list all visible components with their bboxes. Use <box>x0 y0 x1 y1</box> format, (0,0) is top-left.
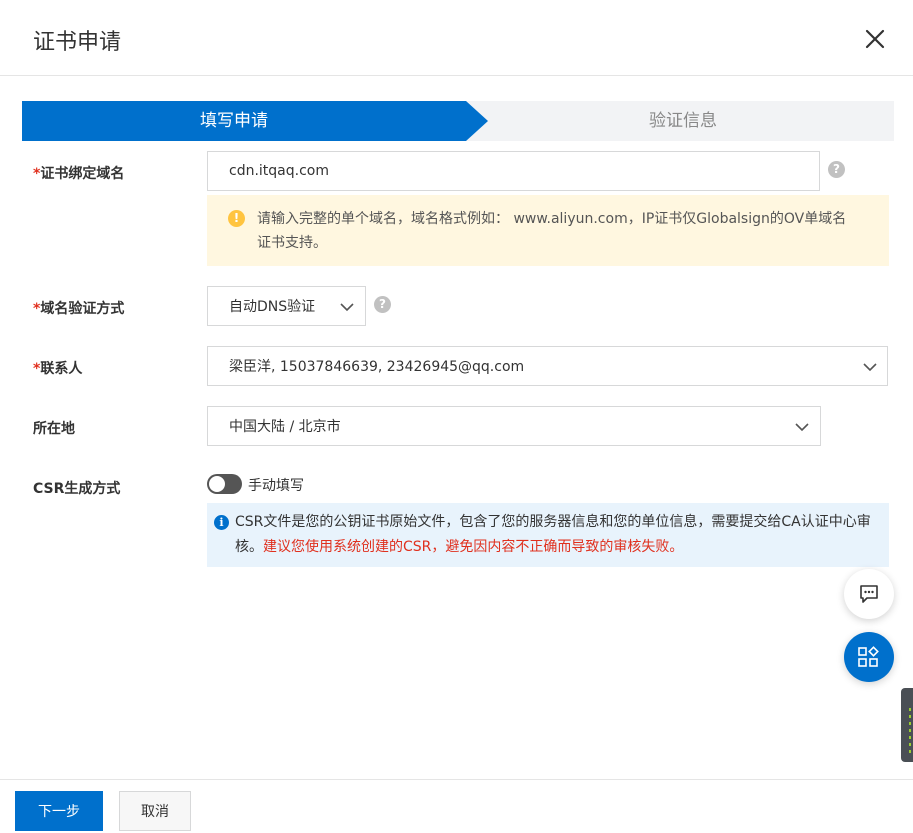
warning-text: 请输入完整的单个域名，域名格式例如： www.aliyun.com，IP证书仅G… <box>257 211 847 251</box>
step-verify-info: 验证信息 <box>649 111 717 131</box>
verify-method-help-icon[interactable]: ? <box>374 296 391 313</box>
meter-icon <box>909 708 911 753</box>
info-icon: i <box>214 515 229 530</box>
chevron-down-icon <box>340 303 354 312</box>
csr-info-warning: 建议您使用系统创建的CSR，避免因内容不正确而导致的审核失败。 <box>263 539 684 555</box>
side-panel-handle[interactable] <box>901 688 913 762</box>
location-select[interactable]: 中国大陆 / 北京市 <box>207 406 821 446</box>
step-fill-application: 填写申请 <box>22 101 466 141</box>
dialog-header: 证书申请 <box>0 0 913 76</box>
chat-icon <box>860 585 878 603</box>
contact-label: *联系人 <box>33 361 83 377</box>
verify-method-value: 自动DNS验证 <box>229 299 316 315</box>
dialog-footer: 下一步 取消 <box>0 779 913 833</box>
contact-value: 梁臣洋, 15037846639, 23426945@qq.com <box>229 359 525 375</box>
csr-info-text: CSR文件是您的公钥证书原始文件，包含了您的服务器信息和您的单位信息，需要提交给… <box>235 514 871 555</box>
verify-method-label: *域名验证方式 <box>33 301 125 317</box>
step-arrow <box>466 101 488 141</box>
domain-value: cdn.itqaq.com <box>229 163 329 179</box>
domain-help-icon[interactable]: ? <box>828 161 845 178</box>
location-value: 中国大陆 / 北京市 <box>229 419 341 435</box>
chevron-down-icon <box>795 423 809 432</box>
domain-input[interactable]: cdn.itqaq.com <box>207 151 820 191</box>
close-icon[interactable] <box>862 26 888 52</box>
dialog-title: 证书申请 <box>33 30 122 55</box>
verify-method-select[interactable]: 自动DNS验证 <box>207 286 366 326</box>
chevron-down-icon <box>863 363 877 372</box>
csr-label: CSR生成方式 <box>33 481 121 497</box>
domain-warning: ! 请输入完整的单个域名，域名格式例如： www.aliyun.com，IP证书… <box>207 195 889 266</box>
csr-toggle-label: 手动填写 <box>248 478 304 494</box>
contact-select[interactable]: 梁臣洋, 15037846639, 23426945@qq.com <box>207 346 888 386</box>
toggle-knob <box>209 476 225 492</box>
csr-manual-toggle[interactable] <box>207 474 242 494</box>
apps-float-button[interactable] <box>844 632 894 682</box>
location-label: 所在地 <box>33 421 75 437</box>
step-progress: 填写申请 验证信息 <box>22 101 894 141</box>
chat-float-button[interactable] <box>844 569 894 619</box>
domain-label: *证书绑定域名 <box>33 166 125 182</box>
next-step-button[interactable]: 下一步 <box>15 791 103 831</box>
csr-info: i CSR文件是您的公钥证书原始文件，包含了您的服务器信息和您的单位信息，需要提… <box>207 503 889 567</box>
cancel-button[interactable]: 取消 <box>119 791 191 831</box>
apps-icon <box>858 646 879 667</box>
step-label: 填写申请 <box>200 111 268 131</box>
warning-icon: ! <box>228 210 245 227</box>
